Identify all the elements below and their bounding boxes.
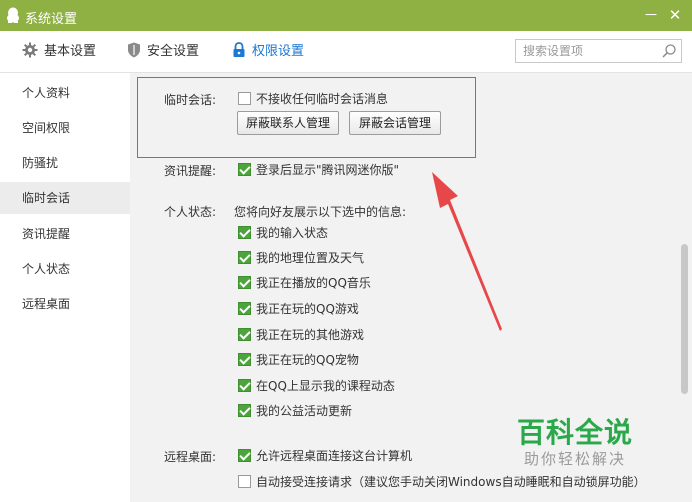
checkbox-label: 我正在玩的QQ宠物: [256, 353, 359, 367]
vertical-scrollbar[interactable]: [678, 73, 692, 502]
watermark-slogan: 助你轻松解决: [524, 450, 627, 468]
checkbox-box: [238, 225, 251, 239]
scrollbar-thumb[interactable]: [681, 244, 688, 394]
shield-icon: [128, 42, 140, 58]
checkbox-label: 自动接受连接请求（建议您手动关闭Windows自动睡眠和自动锁屏功能）: [256, 475, 646, 489]
status-qq-game-checkbox[interactable]: 我正在玩的QQ游戏: [238, 301, 359, 317]
sidebar-item-news-reminder[interactable]: 资讯提醒: [0, 218, 130, 250]
checkbox-label: 我的输入状态: [256, 226, 329, 240]
show-tencent-mini-checkbox[interactable]: 登录后显示"腾讯网迷你版": [238, 162, 399, 178]
news-reminder-label: 资讯提醒:: [164, 164, 217, 178]
status-location-checkbox[interactable]: 我的地理位置及天气: [238, 250, 364, 266]
status-course-checkbox[interactable]: 在QQ上显示我的课程动态: [238, 378, 395, 394]
tab-label: 权限设置: [252, 44, 305, 59]
sidebar-item-remote-desktop[interactable]: 远程桌面: [0, 288, 130, 320]
tab-permission-settings[interactable]: 权限设置: [232, 31, 304, 73]
checkbox-label: 在QQ上显示我的课程动态: [256, 379, 395, 393]
remote-desktop-label: 远程桌面:: [164, 450, 217, 464]
checkbox-box: [238, 301, 251, 315]
checkbox-label: 我正在玩的QQ游戏: [256, 302, 359, 316]
checkbox-box: [238, 162, 251, 176]
window-title: 系统设置: [25, 12, 78, 27]
checkbox-box: [238, 378, 251, 392]
tab-label: 安全设置: [147, 44, 200, 59]
search-box: [515, 39, 682, 63]
personal-status-description: 您将向好友展示以下选中的信息:: [234, 205, 407, 219]
lock-icon: [233, 42, 245, 57]
search-icon[interactable]: [661, 43, 677, 59]
sidebar-item-anti-harassment[interactable]: 防骚扰: [0, 147, 130, 179]
status-typing-checkbox[interactable]: 我的输入状态: [238, 225, 328, 241]
sidebar-item-temp-session[interactable]: 临时会话: [0, 182, 130, 214]
qq-penguin-icon: [7, 7, 19, 23]
status-charity-checkbox[interactable]: 我的公益活动更新: [238, 403, 352, 419]
annotation-arrow-icon: [432, 172, 502, 331]
checkbox-box: [238, 474, 251, 488]
sidebar-item-personal-status[interactable]: 个人状态: [0, 253, 130, 285]
tab-label: 基本设置: [44, 44, 97, 59]
title-bar: 系统设置 － ✕: [0, 0, 692, 31]
personal-status-label: 个人状态:: [164, 205, 217, 219]
checkbox-box: [238, 327, 251, 341]
checkbox-label: 登录后显示"腾讯网迷你版": [256, 163, 400, 177]
checkbox-label: 我正在玩的其他游戏: [256, 328, 365, 342]
minimize-button[interactable]: －: [640, 4, 662, 26]
top-tabs: 基本设置 安全设置 权限设置: [0, 31, 692, 73]
checkbox-label: 我的地理位置及天气: [256, 251, 365, 265]
watermark-logo-text: 百科全说: [517, 416, 634, 449]
tab-basic-settings[interactable]: 基本设置: [22, 31, 96, 73]
search-input[interactable]: [516, 40, 656, 62]
status-qq-music-checkbox[interactable]: 我正在播放的QQ音乐: [238, 275, 371, 291]
allow-remote-desktop-checkbox[interactable]: 允许远程桌面连接这台计算机: [238, 448, 412, 464]
checkbox-box: [238, 448, 251, 462]
status-qq-pet-checkbox[interactable]: 我正在玩的QQ宠物: [238, 352, 359, 368]
close-button[interactable]: ✕: [664, 4, 686, 26]
annotation-highlight-box: [137, 77, 476, 158]
checkbox-label: 我正在播放的QQ音乐: [256, 276, 371, 290]
gear-icon: [22, 42, 38, 58]
sidebar-item-space-permission[interactable]: 空间权限: [0, 112, 130, 144]
tab-security-settings[interactable]: 安全设置: [127, 31, 199, 73]
checkbox-box: [238, 275, 251, 289]
status-other-game-checkbox[interactable]: 我正在玩的其他游戏: [238, 327, 364, 343]
checkbox-box: [238, 352, 251, 366]
checkbox-label: 我的公益活动更新: [256, 404, 353, 418]
checkbox-label: 允许远程桌面连接这台计算机: [256, 449, 413, 463]
checkbox-box: [238, 403, 251, 417]
sidebar: 个人资料 空间权限 防骚扰 临时会话 资讯提醒 个人状态 远程桌面: [0, 73, 130, 502]
sidebar-item-profile[interactable]: 个人资料: [0, 77, 130, 109]
checkbox-box: [238, 250, 251, 264]
auto-accept-connection-checkbox[interactable]: 自动接受连接请求（建议您手动关闭Windows自动睡眠和自动锁屏功能）: [238, 474, 646, 490]
